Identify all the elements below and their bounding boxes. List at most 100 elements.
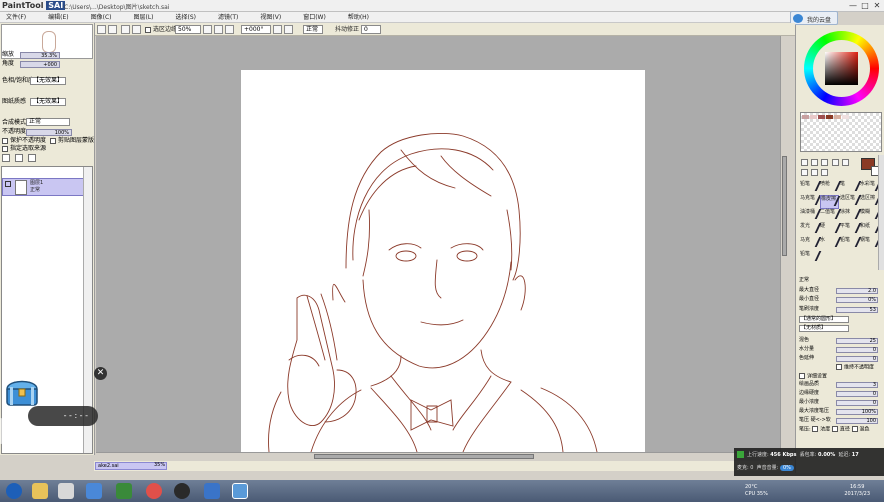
minimize-button[interactable]: — xyxy=(848,1,858,11)
brush-texture-select[interactable]: 【无材质】 xyxy=(799,325,849,332)
rect-select-icon[interactable] xyxy=(801,159,808,166)
deselect-icon[interactable] xyxy=(121,25,130,34)
brush-slot[interactable]: 铅笔 xyxy=(840,237,862,251)
game-icon[interactable] xyxy=(116,483,132,499)
brush-slot[interactable]: 水彩笔 xyxy=(860,181,882,195)
brush-slot[interactable]: 和纸 xyxy=(860,223,882,237)
lasso-icon[interactable] xyxy=(811,159,819,166)
menu-window[interactable]: 窗口(W) xyxy=(297,12,332,22)
menu-layer[interactable]: 图层(L) xyxy=(128,12,160,22)
chrome-icon[interactable] xyxy=(146,483,162,499)
weather-widget[interactable]: 20°C CPU 35% xyxy=(745,484,768,498)
swatch[interactable] xyxy=(842,115,849,119)
menu-select[interactable]: 选择(S) xyxy=(170,12,203,22)
browser-icon[interactable] xyxy=(86,483,102,499)
cloud-button[interactable]: 我的云盘 xyxy=(790,11,838,25)
clipping-checkbox[interactable] xyxy=(50,137,56,144)
stabilizer-select[interactable]: 0 xyxy=(361,25,381,34)
brush-slot[interactable]: 模糊 xyxy=(860,209,882,223)
move-icon[interactable] xyxy=(841,159,849,166)
pressure-density-checkbox[interactable] xyxy=(812,426,819,432)
nav-angle-slider[interactable]: +000 xyxy=(20,61,60,68)
undo-icon[interactable] xyxy=(97,25,106,34)
invert-selection-icon[interactable] xyxy=(132,25,141,34)
canvas-vertical-scrollbar[interactable] xyxy=(780,36,788,452)
hand-icon[interactable] xyxy=(821,169,829,176)
brush-slot[interactable]: 二值笔 xyxy=(820,209,842,223)
swatch[interactable] xyxy=(810,115,817,119)
new-layer-icon[interactable] xyxy=(2,154,10,162)
pressure-mix-checkbox[interactable] xyxy=(851,426,858,432)
qq-icon[interactable] xyxy=(174,483,190,499)
brush-slot[interactable]: 水 xyxy=(820,237,842,251)
menu-filter[interactable]: 滤镜(T) xyxy=(212,12,244,22)
clipping-option[interactable]: 剪贴图层蒙版 xyxy=(50,137,94,145)
detail-settings-toggle[interactable]: 详细设置 xyxy=(799,373,827,381)
menu-help[interactable]: 帮助(H) xyxy=(342,12,375,22)
brush-slot[interactable]: 铅笔 xyxy=(800,251,822,265)
hscroll-thumb[interactable] xyxy=(314,454,534,459)
brush-slot[interactable]: 硬 xyxy=(820,223,842,237)
zoom-icon[interactable] xyxy=(801,169,808,176)
color-wheel[interactable] xyxy=(804,31,879,106)
sai-task-icon[interactable] xyxy=(232,483,248,499)
selection-source-option[interactable]: 指定选取来源 xyxy=(2,145,46,153)
pressure-slider[interactable]: 100 xyxy=(836,418,878,424)
swatch[interactable] xyxy=(818,115,825,119)
density-slider[interactable]: 53 xyxy=(836,307,878,313)
brush-slot[interactable]: 选区擦 xyxy=(860,195,882,209)
blend-mode-select[interactable]: 正常 xyxy=(303,25,323,34)
layer-blend-select[interactable]: 正常 xyxy=(26,118,70,126)
max-size-slider[interactable]: 2.0 xyxy=(836,288,878,294)
volume-pill[interactable]: 0% xyxy=(779,465,794,471)
min-density-slider[interactable]: 0 xyxy=(836,400,878,406)
water-slider[interactable]: 0 xyxy=(836,347,878,353)
zoom-in-icon[interactable] xyxy=(214,25,223,34)
zoom-reset-icon[interactable] xyxy=(225,25,234,34)
swatch[interactable] xyxy=(802,115,809,119)
protect-opacity-option[interactable]: 保护不透明度 xyxy=(2,137,46,145)
zoom-out-icon[interactable] xyxy=(203,25,212,34)
close-button[interactable]: ✕ xyxy=(872,1,882,11)
brush-slot[interactable]: 钢笔 xyxy=(860,237,882,251)
keep-opacity-checkbox[interactable] xyxy=(836,364,842,370)
rotate-icon[interactable] xyxy=(811,169,819,176)
selection-edge-toggle[interactable]: 选区边缘 xyxy=(145,25,177,34)
drawing-canvas[interactable] xyxy=(241,70,645,452)
keep-opacity-option[interactable]: 维持不透明度 xyxy=(836,364,874,372)
swatch-palette[interactable] xyxy=(800,112,882,152)
brush-slot[interactable]: 发光 xyxy=(800,223,822,237)
canvas-area[interactable] xyxy=(96,36,788,452)
menu-view[interactable]: 视图(V) xyxy=(254,12,287,22)
widget-close-button[interactable]: ✕ xyxy=(94,367,107,380)
rotate-left-icon[interactable] xyxy=(273,25,282,34)
maximize-button[interactable]: □ xyxy=(860,1,870,11)
protect-opacity-checkbox[interactable] xyxy=(2,137,8,144)
app-icon[interactable] xyxy=(58,483,74,499)
magic-wand-icon[interactable] xyxy=(821,159,829,166)
brush-slot[interactable]: 油漆桶 xyxy=(800,209,822,223)
color-extend-slider[interactable]: 0 xyxy=(836,356,878,362)
vscroll-thumb[interactable] xyxy=(782,156,787,256)
visibility-icon[interactable] xyxy=(5,181,11,187)
eyedropper-icon[interactable] xyxy=(831,159,839,166)
swatch[interactable] xyxy=(834,115,841,119)
edge-hardness-slider[interactable]: 0 xyxy=(836,391,878,397)
brush-slot[interactable]: 选区笔 xyxy=(840,195,862,209)
color-saturation-square[interactable] xyxy=(825,52,858,85)
rotation-field[interactable]: +000° xyxy=(241,25,271,34)
menu-file[interactable]: 文件(F) xyxy=(0,12,32,22)
brush-slot[interactable]: 铅笔 xyxy=(800,181,822,195)
menu-image[interactable]: 图像(C) xyxy=(85,12,118,22)
brush-scrollbar[interactable] xyxy=(878,155,884,270)
max-pressure-slider[interactable]: 100% xyxy=(836,409,878,415)
selection-source-checkbox[interactable] xyxy=(2,145,8,152)
brush-shape-select[interactable]: 【通常的圆形】 xyxy=(799,316,849,323)
selection-edge-checkbox[interactable] xyxy=(145,26,151,33)
brush-slot[interactable]: 平笔 xyxy=(840,223,862,237)
opacity-slider[interactable]: 100% xyxy=(26,129,72,136)
floating-widget[interactable]: - - : - - xyxy=(0,371,98,427)
brush-slot[interactable]: 马克笔 xyxy=(800,195,822,209)
min-size-slider[interactable]: 0% xyxy=(836,297,878,303)
detail-settings-checkbox[interactable] xyxy=(799,373,805,379)
